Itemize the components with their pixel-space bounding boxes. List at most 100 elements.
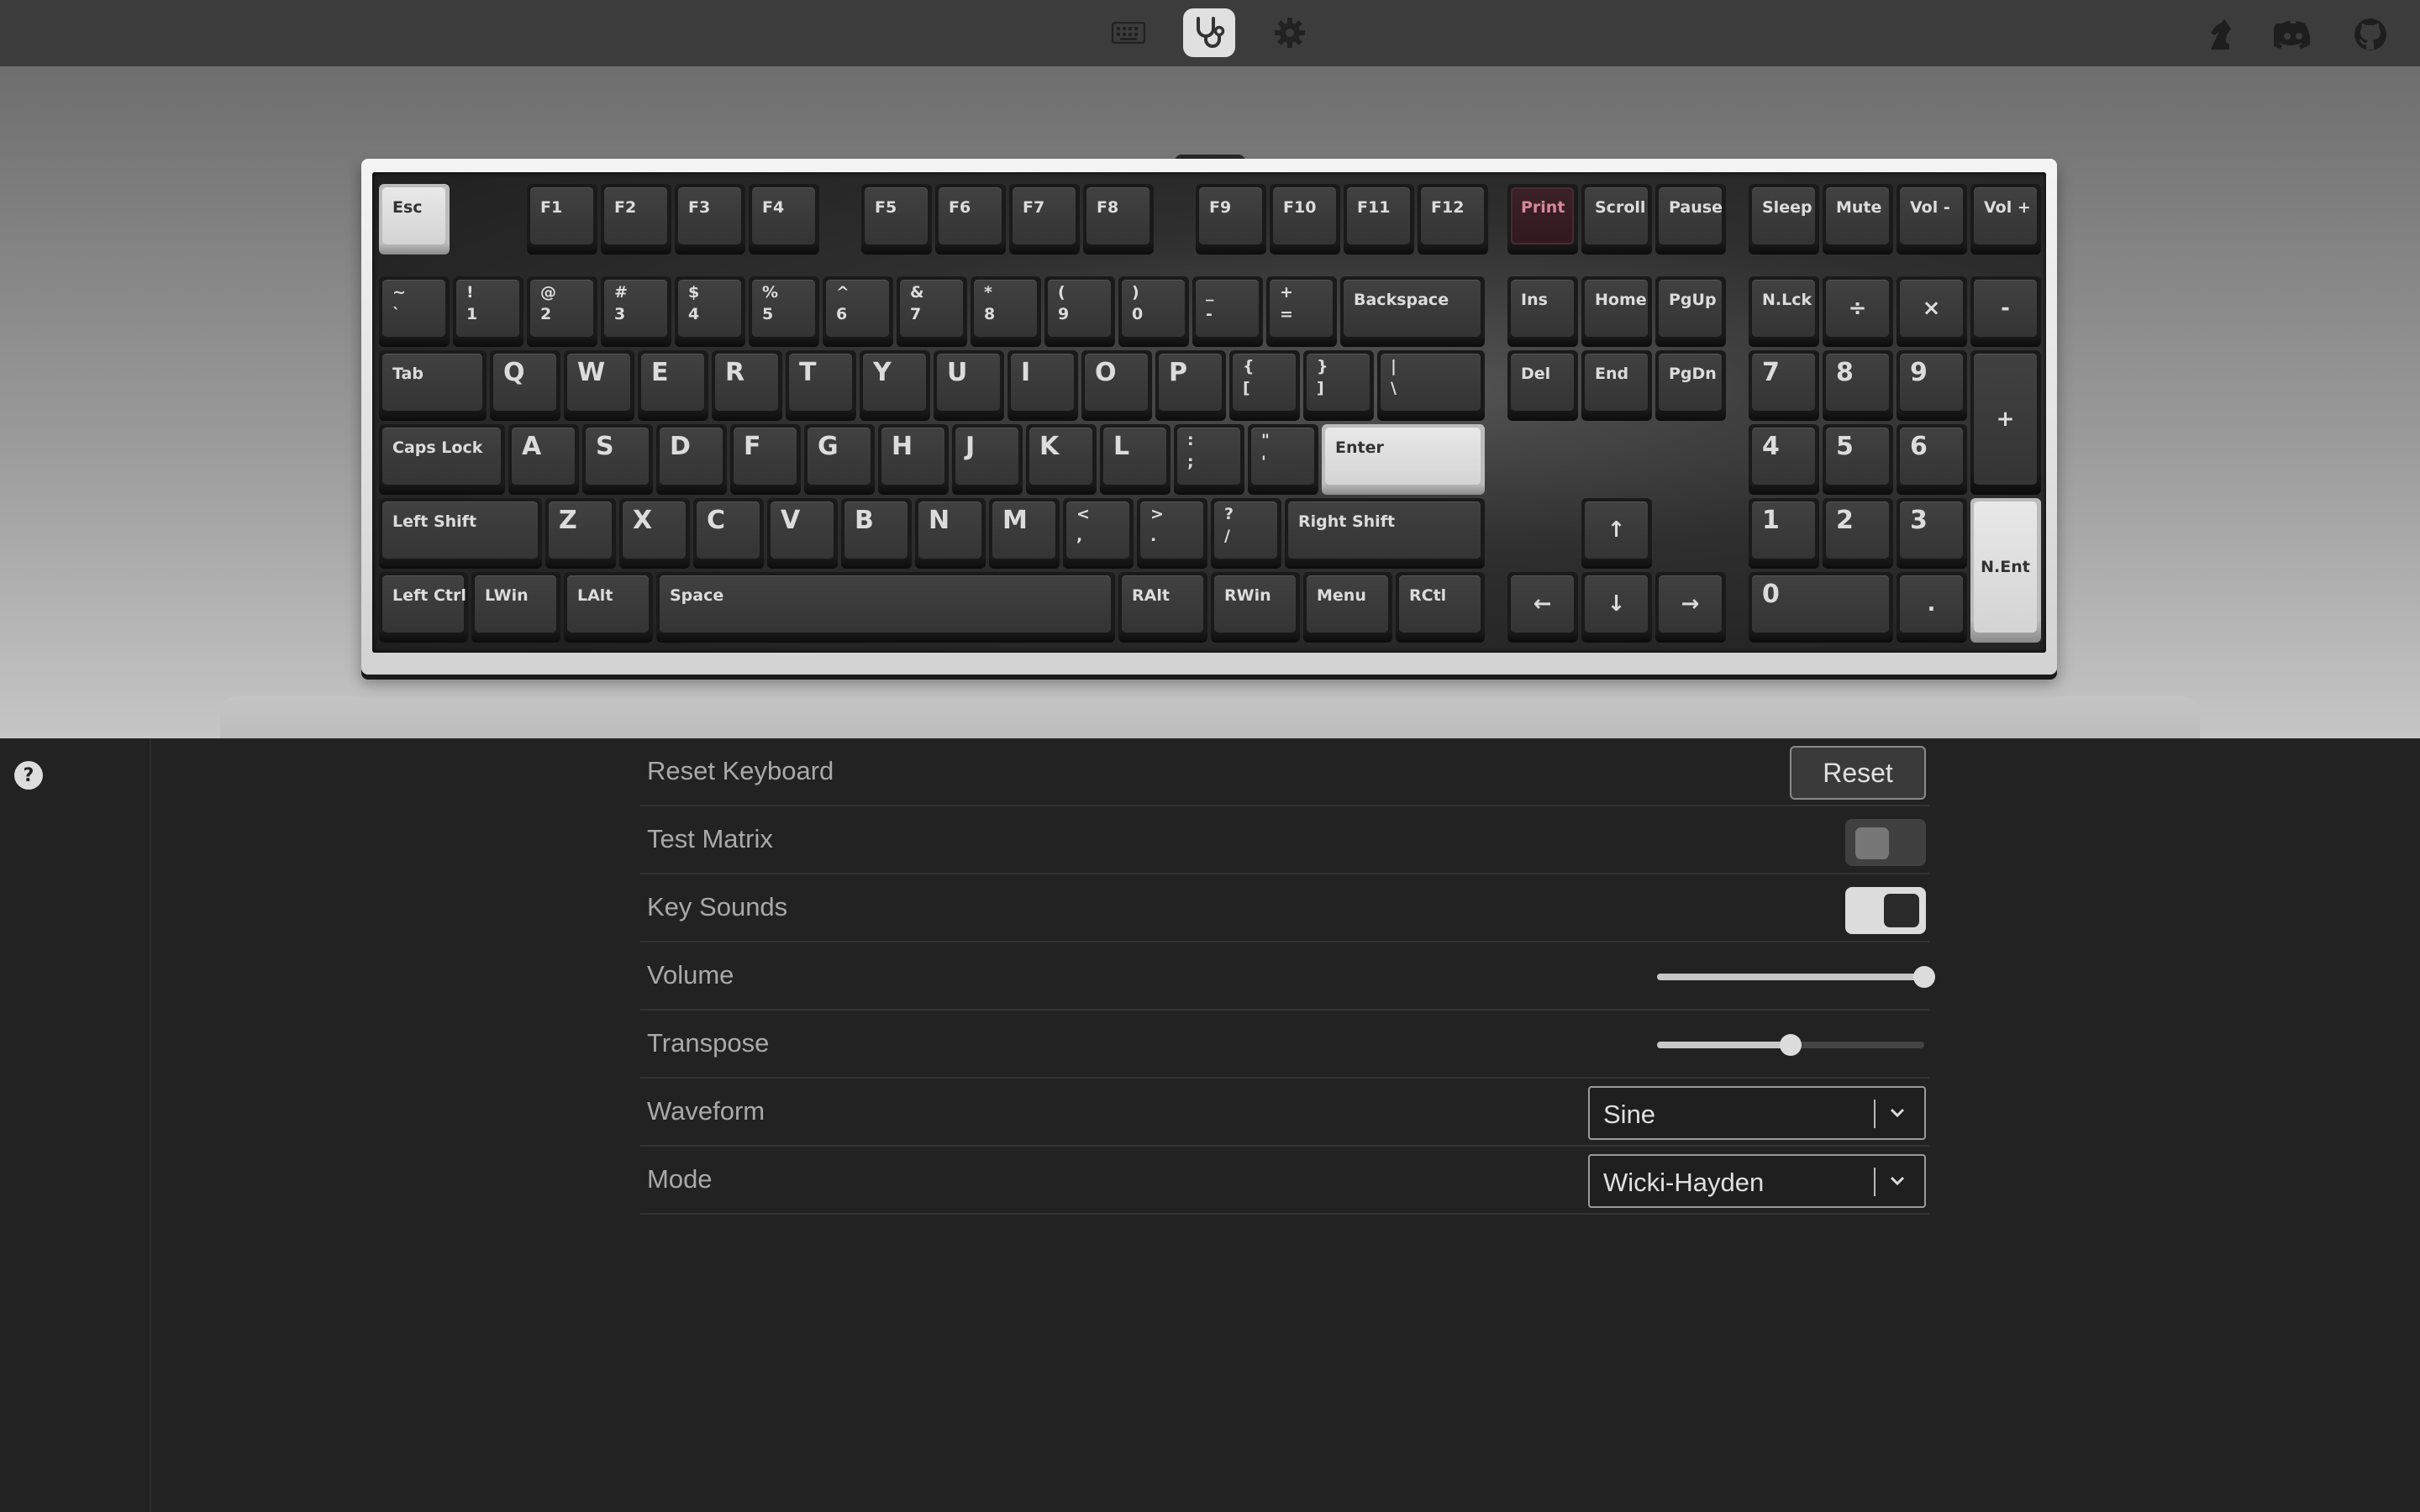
key-symbol-104[interactable]: ↓ — [1581, 572, 1652, 643]
key-symbol-53[interactable]: }] — [1303, 350, 1374, 421]
key-ins[interactable]: Ins — [1507, 276, 1578, 347]
key-symbol-28[interactable]: * 8 — [971, 276, 1041, 347]
key-f12[interactable]: F12 — [1418, 184, 1488, 255]
key-n[interactable]: N — [915, 498, 986, 569]
test-matrix-toggle[interactable] — [1845, 819, 1926, 866]
key-symbol-87[interactable]: >. — [1137, 498, 1207, 569]
key-9[interactable]: 9 — [1897, 350, 1967, 421]
key-symbol-72[interactable]: :; — [1174, 424, 1244, 495]
key-f5[interactable]: F5 — [861, 184, 932, 255]
key-pgup[interactable]: PgUp — [1655, 276, 1726, 347]
key-x[interactable]: X — [619, 498, 690, 569]
key-vol[interactable]: Vol + — [1970, 184, 2041, 255]
key-esc[interactable]: Esc — [379, 184, 450, 255]
key-z[interactable]: Z — [545, 498, 616, 569]
key-f11[interactable]: F11 — [1344, 184, 1414, 255]
key-a[interactable]: A — [508, 424, 579, 495]
key-right-shift[interactable]: Right Shift — [1285, 498, 1485, 569]
key-f1[interactable]: F1 — [527, 184, 597, 255]
key-symbol-39[interactable]: × — [1897, 276, 1967, 347]
key-p[interactable]: P — [1155, 350, 1226, 421]
key-r[interactable]: R — [712, 350, 782, 421]
key-symbol-25[interactable]: % 5 — [749, 276, 819, 347]
key-q[interactable]: Q — [490, 350, 560, 421]
key-b[interactable]: B — [841, 498, 912, 569]
key-f3[interactable]: F3 — [675, 184, 745, 255]
key-1[interactable]: 1 — [1749, 498, 1819, 569]
key-f4[interactable]: F4 — [749, 184, 819, 255]
key-c[interactable]: C — [693, 498, 764, 569]
key-symbol-86[interactable]: <, — [1063, 498, 1134, 569]
key-o[interactable]: O — [1081, 350, 1152, 421]
key-rwin[interactable]: RWin — [1211, 572, 1300, 643]
key-space[interactable]: Space — [656, 572, 1115, 643]
key-7[interactable]: 7 — [1749, 350, 1819, 421]
key-end[interactable]: End — [1581, 350, 1652, 421]
key-s[interactable]: S — [582, 424, 653, 495]
key-k[interactable]: K — [1026, 424, 1097, 495]
key-enter[interactable]: Enter — [1322, 424, 1485, 495]
key-symbol-20[interactable]: ~ ` — [379, 276, 450, 347]
key-y[interactable]: Y — [860, 350, 930, 421]
reset-button[interactable]: Reset — [1790, 746, 1926, 800]
discord-link[interactable] — [2274, 15, 2312, 54]
key-sounds-toggle[interactable] — [1845, 887, 1926, 934]
nav-test-button[interactable] — [1183, 8, 1235, 57]
key-f9[interactable]: F9 — [1196, 184, 1266, 255]
key-symbol-90[interactable]: ↑ — [1581, 498, 1652, 569]
key-v[interactable]: V — [767, 498, 838, 569]
key-lwin[interactable]: LWin — [471, 572, 560, 643]
key-l[interactable]: L — [1100, 424, 1171, 495]
mode-select[interactable]: Wicki-Hayden — [1588, 1154, 1926, 1208]
key-u[interactable]: U — [934, 350, 1004, 421]
key-symbol-73[interactable]: " ' — [1248, 424, 1318, 495]
key-4[interactable]: 4 — [1749, 424, 1819, 495]
key-symbol-26[interactable]: ^ 6 — [823, 276, 893, 347]
github-link[interactable] — [2351, 15, 2390, 54]
chess-link[interactable] — [2200, 15, 2238, 54]
key-g[interactable]: G — [804, 424, 875, 495]
key-lalt[interactable]: LAlt — [564, 572, 653, 643]
key-del[interactable]: Del — [1507, 350, 1578, 421]
key-symbol-30[interactable]: ) 0 — [1118, 276, 1189, 347]
key-symbol-61[interactable]: + — [1970, 350, 2041, 495]
key-f6[interactable]: F6 — [935, 184, 1006, 255]
key-f8[interactable]: F8 — [1083, 184, 1154, 255]
key-scroll[interactable]: Scroll — [1581, 184, 1652, 255]
key-symbol-103[interactable]: ← — [1507, 572, 1578, 643]
question-icon[interactable]: ? — [14, 761, 43, 790]
key-left-shift[interactable]: Left Shift — [379, 498, 542, 569]
key-j[interactable]: J — [952, 424, 1023, 495]
slider-thumb[interactable] — [1780, 1034, 1802, 1056]
key-2[interactable]: 2 — [1823, 498, 1893, 569]
key-f[interactable]: F — [730, 424, 801, 495]
key-rctl[interactable]: RCtl — [1396, 572, 1485, 643]
key-symbol-88[interactable]: ? / — [1211, 498, 1281, 569]
key-e[interactable]: E — [638, 350, 708, 421]
key-symbol-52[interactable]: {[ — [1229, 350, 1300, 421]
key-tab[interactable]: Tab — [379, 350, 487, 421]
key-pgdn[interactable]: PgDn — [1655, 350, 1726, 421]
key-print[interactable]: Print — [1507, 184, 1578, 255]
key-mute[interactable]: Mute — [1823, 184, 1893, 255]
key-d[interactable]: D — [656, 424, 727, 495]
key-w[interactable]: W — [564, 350, 634, 421]
key-symbol-24[interactable]: $4 — [675, 276, 745, 347]
waveform-select[interactable]: Sine — [1588, 1086, 1926, 1140]
key-h[interactable]: H — [878, 424, 949, 495]
key-symbol-22[interactable]: @2 — [527, 276, 597, 347]
key-caps-lock[interactable]: Caps Lock — [379, 424, 505, 495]
nav-settings-button[interactable] — [1264, 8, 1316, 57]
key-5[interactable]: 5 — [1823, 424, 1893, 495]
transpose-slider[interactable] — [1657, 1034, 1924, 1056]
key-pause[interactable]: Pause — [1655, 184, 1726, 255]
key-f7[interactable]: F7 — [1009, 184, 1080, 255]
key-n-ent[interactable]: N.Ent — [1970, 498, 2041, 643]
nav-configure-button[interactable] — [1102, 8, 1155, 57]
key-left-ctrl[interactable]: Left Ctrl — [379, 572, 468, 643]
key-vol[interactable]: Vol - — [1897, 184, 1967, 255]
key-symbol-29[interactable]: (9 — [1044, 276, 1115, 347]
key-3[interactable]: 3 — [1897, 498, 1967, 569]
key-backspace[interactable]: Backspace — [1340, 276, 1485, 347]
key-symbol-54[interactable]: | \ — [1377, 350, 1485, 421]
